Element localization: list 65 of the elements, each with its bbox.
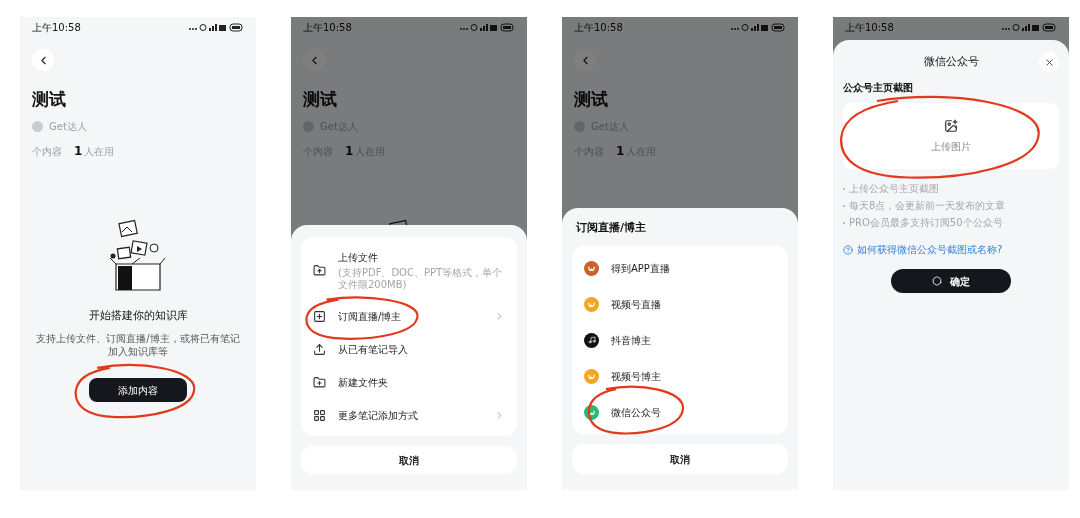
upload-label: 上传图片	[931, 139, 971, 154]
menu-item[interactable]: 上传文件 (支持PDF、DOC、PPT等格式，单个文件限200MB)	[301, 241, 517, 300]
channel-label: 抖音博主	[611, 333, 651, 348]
confirm-button[interactable]: 确定	[891, 269, 1011, 293]
grid-icon	[313, 409, 326, 422]
section-label: 公众号主页截图	[843, 81, 914, 95]
menu-item-label: 更多笔记添加方式	[338, 409, 419, 423]
back-button[interactable]	[574, 49, 596, 71]
note-text: PRO会员最多支持订阅50个公众号	[849, 216, 1003, 230]
menu-item[interactable]: 更多笔记添加方式	[301, 399, 517, 432]
menu-item-label: 新建文件夹	[338, 376, 389, 390]
menu-item-label: 订阅直播/博主	[338, 310, 403, 324]
content-count-label: 个内容	[32, 144, 62, 159]
users-count: 1	[74, 142, 83, 160]
channel-label: 得到APP直播	[611, 261, 670, 276]
menu-item[interactable]: 从已有笔记导入	[301, 333, 517, 366]
folder-upload-icon	[313, 264, 326, 277]
empty-heading: 开始搭建你的知识库	[88, 307, 188, 324]
channel-item[interactable]: 微信公众号	[572, 394, 788, 430]
status-time: 上午10:58	[574, 20, 623, 35]
channel-item[interactable]: 得到APP直播	[572, 250, 788, 286]
status-time: 上午10:58	[845, 20, 894, 35]
menu-item[interactable]: 订阅直播/博主	[301, 300, 517, 333]
users-label: 人在用	[84, 144, 115, 159]
cancel-button[interactable]: 取消	[572, 444, 788, 474]
channel-label: 微信公众号	[611, 405, 661, 420]
channel-label: 视频号博主	[611, 369, 661, 384]
status-time: 上午10:58	[303, 20, 352, 35]
help-icon	[843, 244, 853, 255]
channel-label: 视频号直播	[611, 297, 661, 312]
channel-item[interactable]: 视频号博主	[572, 358, 788, 394]
back-button[interactable]	[32, 49, 54, 71]
menu-item[interactable]: 新建文件夹	[301, 366, 517, 399]
channel-item[interactable]: 抖音博主	[572, 322, 788, 358]
close-button[interactable]	[1039, 52, 1059, 72]
users-count: 1	[616, 142, 625, 160]
folder-plus-icon	[313, 376, 326, 389]
sheet-title: 订阅直播/博主	[575, 219, 648, 236]
square-plus-icon	[313, 310, 326, 323]
back-button[interactable]	[303, 49, 325, 71]
upload-icon	[313, 343, 326, 356]
sheet-title: 微信公众号	[923, 53, 979, 70]
close-icon	[1043, 56, 1055, 68]
author-name: Get达人	[49, 119, 87, 134]
channel-item[interactable]: 视频号直播	[572, 286, 788, 322]
menu-item-hint: (支持PDF、DOC、PPT等格式，单个文件限200MB)	[338, 267, 504, 291]
add-content-button[interactable]: 添加内容	[89, 378, 187, 402]
empty-description: 支持上传文件、订阅直播/博主，或将已有笔记加入知识库等	[36, 332, 240, 358]
help-link[interactable]: 如何获得微信公众号截图或名称?	[857, 242, 1003, 257]
confirm-icon	[932, 276, 942, 286]
image-plus-icon	[944, 118, 958, 133]
menu-item-label: 上传文件	[338, 251, 379, 265]
status-time: 上午10:58	[32, 20, 81, 35]
page-title: 测试	[303, 88, 338, 111]
cancel-button[interactable]: 取消	[301, 446, 517, 474]
status-icons	[730, 22, 786, 32]
page-title: 测试	[32, 88, 67, 111]
status-icons	[459, 22, 515, 32]
upload-area[interactable]: 上传图片	[843, 103, 1059, 169]
page-title: 测试	[574, 88, 609, 111]
users-count: 1	[345, 142, 354, 160]
menu-item-label: 从已有笔记导入	[338, 343, 409, 357]
status-icons	[1001, 22, 1057, 32]
author-avatar	[32, 120, 43, 132]
status-icons	[188, 22, 244, 32]
